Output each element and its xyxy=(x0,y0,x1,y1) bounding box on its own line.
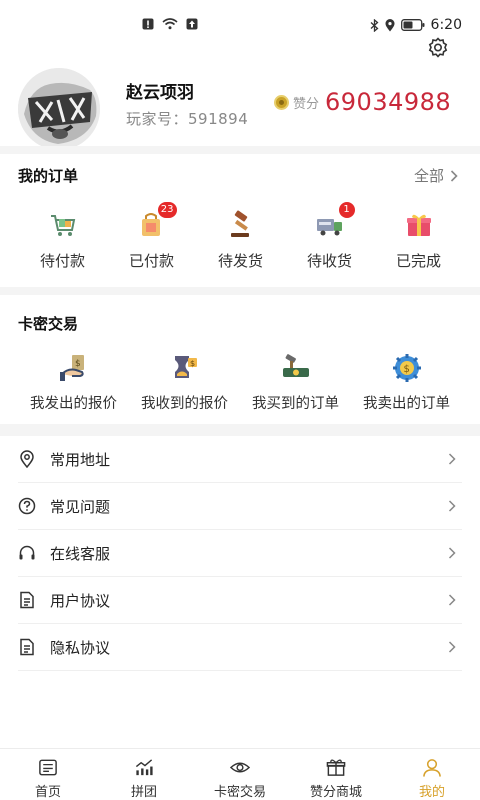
menu-item-label: 用户协议 xyxy=(50,591,111,610)
menu-item-support[interactable]: 在线客服 xyxy=(18,530,462,577)
tab-label: 赞分商城 xyxy=(309,785,362,800)
points-label: 赞分 xyxy=(293,96,320,112)
offers-sent[interactable]: $ 我发出的报价 xyxy=(18,352,129,413)
status-right-icons: 6:20 xyxy=(370,17,462,33)
document-icon xyxy=(20,638,34,656)
coin-icon xyxy=(274,94,289,110)
points-display: 赞分 69034988 xyxy=(274,88,451,116)
tab-label: 卡密交易 xyxy=(213,785,266,800)
order-status-label: 已付款 xyxy=(128,252,174,270)
menu-item-label: 常用地址 xyxy=(50,450,111,469)
wifi-icon xyxy=(162,18,178,30)
document-icon xyxy=(20,591,34,609)
home-news-icon xyxy=(39,759,57,776)
bought-orders[interactable]: 我买到的订单 xyxy=(240,352,351,413)
tab-label: 拼团 xyxy=(130,785,157,800)
gift-box-icon xyxy=(406,214,431,236)
card-trade-title: 卡密交易 xyxy=(18,315,79,333)
badge-count: 1 xyxy=(338,202,355,218)
gavel-icon xyxy=(230,210,249,237)
card-trade-label: 我卖出的订单 xyxy=(363,396,450,412)
svg-text:$: $ xyxy=(403,364,409,375)
bought-order-icon xyxy=(282,354,309,377)
avatar[interactable] xyxy=(18,68,100,150)
chevron-right-icon xyxy=(448,594,456,606)
menu-item-address[interactable]: 常用地址 xyxy=(18,436,462,483)
order-paid[interactable]: 23 已付款 xyxy=(107,202,196,271)
question-circle-icon xyxy=(18,497,36,515)
chevron-right-icon xyxy=(448,453,456,465)
eye-icon xyxy=(229,762,251,773)
menu-item-privacy-policy[interactable]: 隐私协议 xyxy=(18,624,462,671)
tab-label: 我的 xyxy=(418,785,445,800)
offers-received[interactable]: $ 我收到的报价 xyxy=(129,352,240,413)
location-status-icon xyxy=(385,18,395,31)
menu-item-faq[interactable]: 常见问题 xyxy=(18,483,462,530)
orders-view-all-link[interactable]: 全部 xyxy=(414,165,458,186)
gift-icon xyxy=(326,759,346,776)
order-completed[interactable]: 已完成 xyxy=(374,210,463,271)
divider xyxy=(0,424,480,436)
tab-points-mall[interactable]: 赞分商城 xyxy=(288,749,384,800)
svg-text:$: $ xyxy=(75,359,81,369)
bar-trend-icon xyxy=(135,759,153,776)
sold-order-icon: $ xyxy=(392,354,421,382)
avatar-image xyxy=(18,68,100,150)
orders-title: 我的订单 xyxy=(18,167,79,185)
player-id: 玩家号：591894 xyxy=(126,110,249,128)
status-left-icons xyxy=(142,18,198,30)
tab-mine[interactable]: 我的 xyxy=(384,749,480,800)
bluetooth-icon xyxy=(370,18,379,32)
card-trade-label: 我买到的订单 xyxy=(252,396,339,412)
order-status-label: 待付款 xyxy=(39,252,85,270)
location-pin-icon xyxy=(20,450,34,468)
order-pending-shipment[interactable]: 待发货 xyxy=(196,210,285,271)
badge-count: 23 xyxy=(157,202,177,218)
upload-icon xyxy=(186,18,198,30)
chevron-right-icon xyxy=(448,641,456,653)
settings-gear-icon[interactable] xyxy=(426,36,450,60)
menu-item-label: 隐私协议 xyxy=(50,638,111,657)
chevron-right-icon xyxy=(448,547,456,559)
divider xyxy=(0,287,480,295)
svg-text:$: $ xyxy=(190,359,195,368)
status-time: 6:20 xyxy=(430,17,462,33)
view-all-label: 全部 xyxy=(413,167,444,185)
order-pending-payment[interactable]: 待付款 xyxy=(18,210,107,271)
cart-icon xyxy=(50,215,75,236)
bottom-tab-bar: 首页 拼团 卡密交易 赞分商城 我的 xyxy=(0,748,480,800)
chevron-right-icon xyxy=(448,500,456,512)
card-trade-grid: $ 我发出的报价 $ 我收到的报价 我买到的订单 $ 我卖出的订单 xyxy=(0,352,480,413)
offer-received-icon: $ xyxy=(174,356,197,378)
profile-header: 赵云项羽 玩家号：591894 赞分 69034988 xyxy=(0,62,480,150)
order-status-label: 待发货 xyxy=(217,252,263,270)
alert-icon xyxy=(142,18,154,30)
tab-group-buy[interactable]: 拼团 xyxy=(96,749,192,800)
tab-card-trade[interactable]: 卡密交易 xyxy=(192,749,288,800)
menu-item-user-agreement[interactable]: 用户协议 xyxy=(18,577,462,624)
user-name: 赵云项羽 xyxy=(126,83,194,103)
order-status-label: 已完成 xyxy=(395,252,441,270)
order-status-label: 待收货 xyxy=(306,252,352,270)
offer-sent-icon: $ xyxy=(59,355,84,381)
tab-label: 首页 xyxy=(34,785,61,800)
order-status-grid: 待付款 23 已付款 待发货 1 待收货 已完成 xyxy=(18,202,480,271)
points-value: 69034988 xyxy=(325,88,452,116)
sold-orders[interactable]: $ 我卖出的订单 xyxy=(351,352,462,413)
tab-home[interactable]: 首页 xyxy=(0,749,96,800)
battery-icon xyxy=(400,19,425,31)
headset-icon xyxy=(19,545,35,560)
chevron-right-icon xyxy=(450,169,458,182)
settings-menu: 常用地址 常见问题 在线客服 用户协议 隐私协议 xyxy=(0,436,480,671)
menu-item-label: 常见问题 xyxy=(50,497,111,516)
user-icon xyxy=(423,759,441,777)
menu-item-label: 在线客服 xyxy=(50,544,111,563)
card-trade-label: 我收到的报价 xyxy=(141,396,228,412)
divider xyxy=(0,146,480,154)
status-bar: 6:20 xyxy=(0,0,480,34)
order-pending-receipt[interactable]: 1 待收货 xyxy=(285,202,374,271)
card-trade-label: 我发出的报价 xyxy=(30,396,117,412)
